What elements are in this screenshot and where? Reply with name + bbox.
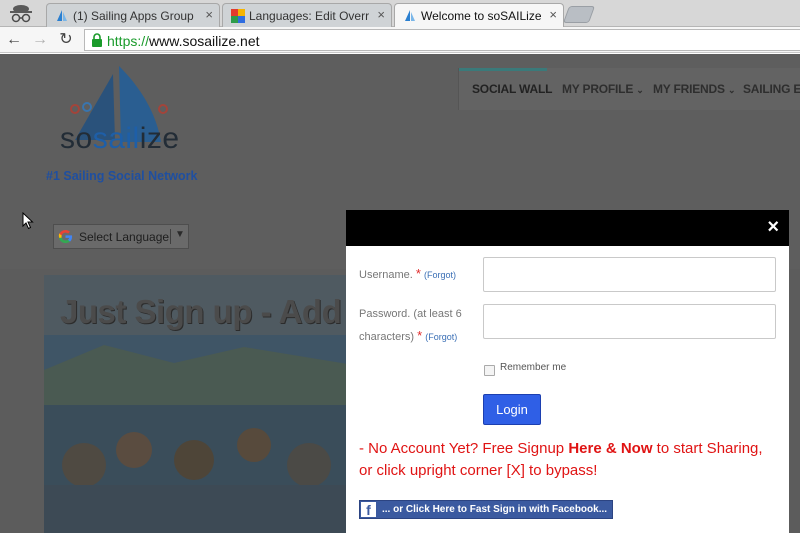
menu-item-my-profile[interactable]: MY PROFILE ⌄ [562, 82, 644, 96]
menu-active-indicator [459, 68, 547, 71]
modal-header: × [346, 210, 789, 246]
remember-me-checkbox[interactable] [484, 365, 495, 376]
login-button[interactable]: Login [483, 394, 541, 425]
reload-icon[interactable]: ↻ [56, 30, 76, 50]
menu-item-label: MY PROFILE [562, 82, 634, 96]
required-mark: * [415, 266, 421, 281]
banner-headline: Just Sign up - Add N [60, 293, 354, 330]
signup-message: - No Account Yet? Free Signup Here & Now… [359, 438, 779, 482]
facebook-login-label: ... or Click Here to Fast Sign in with F… [382, 504, 608, 515]
incognito-icon [10, 5, 32, 23]
logo-middle: sail [92, 122, 140, 155]
address-bar[interactable]: https://www.sosailize.net [84, 29, 800, 51]
menu-item-my-friends[interactable]: MY FRIENDS ⌄ [653, 82, 735, 96]
remember-me-label[interactable]: Remember me [500, 362, 566, 373]
site-tagline: #1 Sailing Social Network [46, 169, 198, 183]
login-modal: × Username. * (Forgot) Password. (at lea… [346, 210, 789, 533]
language-select-label: Select Language [79, 230, 170, 244]
page-content: sosailize #1 Sailing Social Network SOCI… [0, 54, 800, 533]
username-input[interactable] [483, 257, 776, 292]
sail-favicon-icon [57, 10, 67, 21]
tab-close-icon[interactable]: × [205, 7, 213, 22]
tab-close-icon[interactable]: × [549, 7, 557, 22]
password-label: Password. (at least 6 characters) * (For… [359, 304, 462, 348]
languages-favicon-icon [231, 9, 245, 23]
tab-title: (1) Sailing Apps Group [73, 9, 194, 23]
browser-toolbar: ← → ↻ https://www.sosailize.net [0, 27, 800, 53]
facebook-icon: f [361, 502, 376, 518]
browser-tab-active[interactable]: Welcome to soSAILize: #1 × [394, 3, 564, 28]
new-tab-button[interactable] [562, 6, 596, 23]
url-scheme: https:// [107, 33, 150, 49]
menu-item-social-wall[interactable]: SOCIAL WALL [472, 82, 552, 96]
sail-favicon-icon [405, 10, 415, 21]
password-input[interactable] [483, 304, 776, 339]
logo-suffix: ize [139, 122, 180, 155]
browser-tabstrip: (1) Sailing Apps Group × Languages: Edit… [0, 0, 800, 28]
chevron-down-icon: ⌄ [727, 85, 736, 95]
site-logo-text[interactable]: sosailize [60, 122, 180, 156]
tab-close-icon[interactable]: × [377, 7, 385, 22]
forgot-password-link[interactable]: (Forgot) [425, 332, 457, 342]
forgot-username-link[interactable]: (Forgot) [424, 270, 456, 280]
username-label-text: Username. [359, 269, 413, 281]
back-arrow-icon[interactable]: ← [4, 30, 24, 50]
chevron-down-icon: ⌄ [636, 85, 644, 95]
google-icon [58, 229, 73, 244]
mouse-cursor-icon [22, 212, 34, 230]
required-mark: * [417, 328, 423, 343]
language-select[interactable]: Select Language ▼ [53, 224, 189, 249]
url-text: https://www.sosailize.net [107, 33, 260, 49]
password-label-line2: characters) [359, 331, 415, 343]
forward-arrow-icon[interactable]: → [30, 30, 50, 50]
select-divider [170, 229, 171, 244]
hero-banner: Just Sign up - Add N [44, 275, 354, 533]
browser-tab[interactable]: Languages: Edit Override × [222, 3, 392, 27]
close-icon[interactable]: × [767, 217, 779, 237]
browser-tab[interactable]: (1) Sailing Apps Group × [46, 3, 220, 27]
signup-prefix: - No Account Yet? Free Signup [359, 440, 569, 457]
tab-title: Languages: Edit Override [249, 9, 369, 23]
url-host: www.sosailize.net [149, 33, 260, 49]
lock-icon [92, 33, 102, 47]
password-label-line1: Password. (at least 6 [359, 308, 462, 320]
menu-item-label: MY FRIENDS [653, 82, 725, 96]
logo-prefix: so [60, 122, 93, 155]
tab-title: Welcome to soSAILize: #1 [421, 9, 541, 23]
username-label: Username. * (Forgot) [359, 263, 456, 286]
signup-link[interactable]: Here & Now [568, 440, 652, 457]
facebook-login-button[interactable]: f ... or Click Here to Fast Sign in with… [359, 500, 613, 519]
dropdown-arrow-icon: ▼ [175, 229, 185, 240]
menu-item-sailing-events[interactable]: SAILING EVE [743, 82, 800, 96]
main-menu: SOCIAL WALL MY PROFILE ⌄ MY FRIENDS ⌄ SA… [458, 68, 800, 110]
